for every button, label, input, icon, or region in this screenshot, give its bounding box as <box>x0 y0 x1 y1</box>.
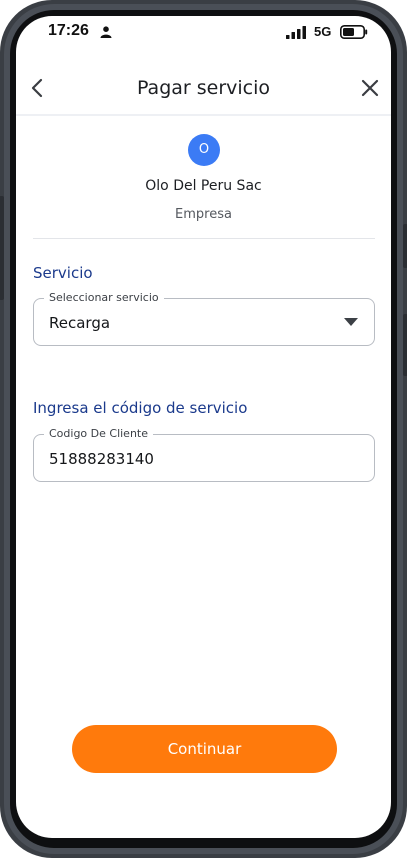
service-select[interactable]: Seleccionar servicio Recarga <box>33 291 375 346</box>
code-section-label: Ingresa el código de servicio <box>33 399 248 417</box>
close-icon[interactable] <box>358 76 382 100</box>
status-bar: 17:26 5G <box>16 16 391 52</box>
person-icon <box>100 26 112 38</box>
battery-icon <box>340 25 368 39</box>
continue-button[interactable]: Continuar <box>72 725 337 773</box>
network-type: 5G <box>314 24 332 39</box>
phone-side-button <box>403 314 407 376</box>
divider <box>33 238 375 239</box>
service-section-label: Servicio <box>33 264 93 282</box>
signal-icon <box>286 26 306 39</box>
client-code-input[interactable]: Codigo De Cliente 51888283140 <box>33 427 375 482</box>
phone-side-button <box>403 224 407 268</box>
client-code-legend: Codigo De Cliente <box>44 427 154 440</box>
status-time: 17:26 <box>48 22 89 39</box>
company-avatar: O <box>188 134 220 166</box>
service-select-legend: Seleccionar servicio <box>44 291 164 304</box>
caret-down-icon[interactable] <box>344 318 358 326</box>
company-type: Empresa <box>175 207 232 222</box>
client-code-value[interactable]: 51888283140 <box>49 450 154 468</box>
service-selected-value: Recarga <box>49 314 111 332</box>
app-screen: 17:26 5G Pagar servicio O Olo Del Peru S… <box>16 16 391 838</box>
page-title: Pagar servicio <box>136 77 271 99</box>
nav-header: Pagar servicio <box>16 64 391 116</box>
phone-frame: 17:26 5G Pagar servicio O Olo Del Peru S… <box>0 0 407 858</box>
company-name: Olo Del Peru Sac <box>145 178 262 194</box>
